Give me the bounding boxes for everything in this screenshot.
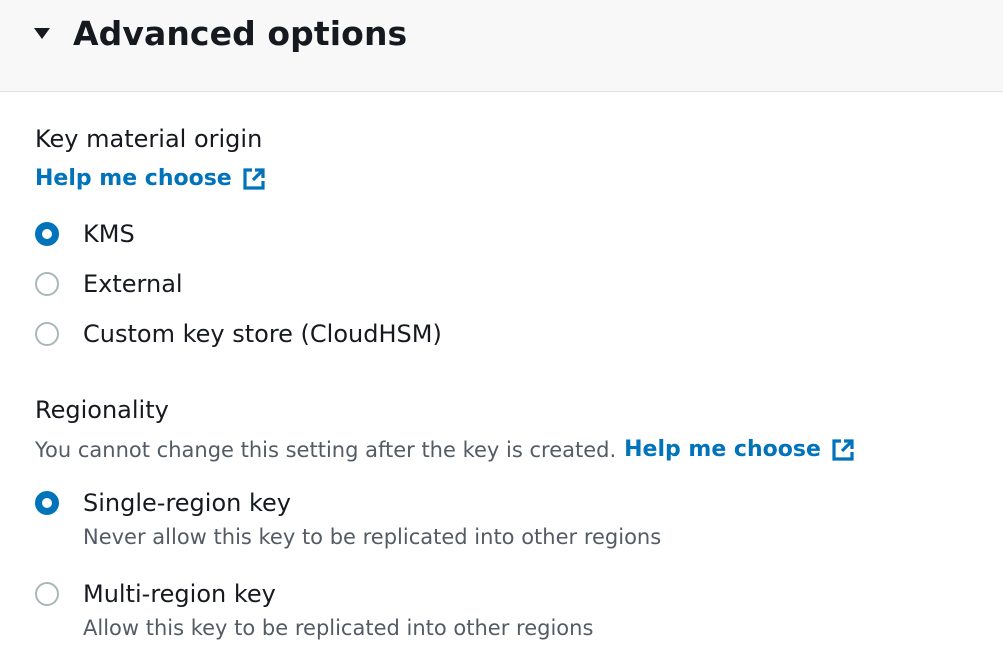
radio-label: Single-region key bbox=[83, 489, 291, 517]
radio-label: External bbox=[83, 270, 183, 298]
radio-button-checked[interactable] bbox=[35, 491, 59, 515]
help-link-text: Help me choose bbox=[35, 166, 232, 191]
advanced-options-header: Advanced options bbox=[0, 0, 1003, 92]
external-link-icon bbox=[832, 438, 854, 461]
radio-custom-key-store[interactable]: Custom key store (CloudHSM) bbox=[35, 320, 442, 348]
advanced-options-toggle[interactable]: Advanced options bbox=[34, 10, 407, 56]
help-link-text: Help me choose bbox=[624, 437, 821, 462]
key-material-origin-label: Key material origin bbox=[35, 125, 263, 153]
key-material-help-link[interactable]: Help me choose bbox=[35, 166, 266, 191]
regionality-description: You cannot change this setting after the… bbox=[35, 437, 855, 462]
regionality-label: Regionality bbox=[35, 396, 169, 424]
external-link-icon bbox=[243, 167, 265, 190]
regionality-description-text: You cannot change this setting after the… bbox=[35, 437, 617, 462]
radio-description: Allow this key to be replicated into oth… bbox=[83, 616, 594, 640]
radio-button[interactable] bbox=[35, 322, 59, 346]
radio-single-region-key[interactable]: Single-region key bbox=[35, 489, 291, 517]
regionality-help-link[interactable]: Help me choose bbox=[624, 437, 855, 462]
section-title: Advanced options bbox=[73, 13, 408, 53]
radio-label: Custom key store (CloudHSM) bbox=[83, 320, 442, 348]
radio-button[interactable] bbox=[35, 582, 59, 606]
radio-kms[interactable]: KMS bbox=[35, 220, 135, 248]
radio-label: Multi-region key bbox=[83, 580, 276, 608]
radio-button-checked[interactable] bbox=[35, 222, 59, 246]
radio-description: Never allow this key to be replicated in… bbox=[83, 525, 662, 549]
radio-external[interactable]: External bbox=[35, 270, 183, 298]
radio-multi-region-key[interactable]: Multi-region key bbox=[35, 580, 276, 608]
radio-label: KMS bbox=[83, 220, 135, 248]
caret-down-icon bbox=[34, 27, 50, 39]
key-material-help: Help me choose bbox=[35, 166, 266, 191]
radio-button[interactable] bbox=[35, 272, 59, 296]
